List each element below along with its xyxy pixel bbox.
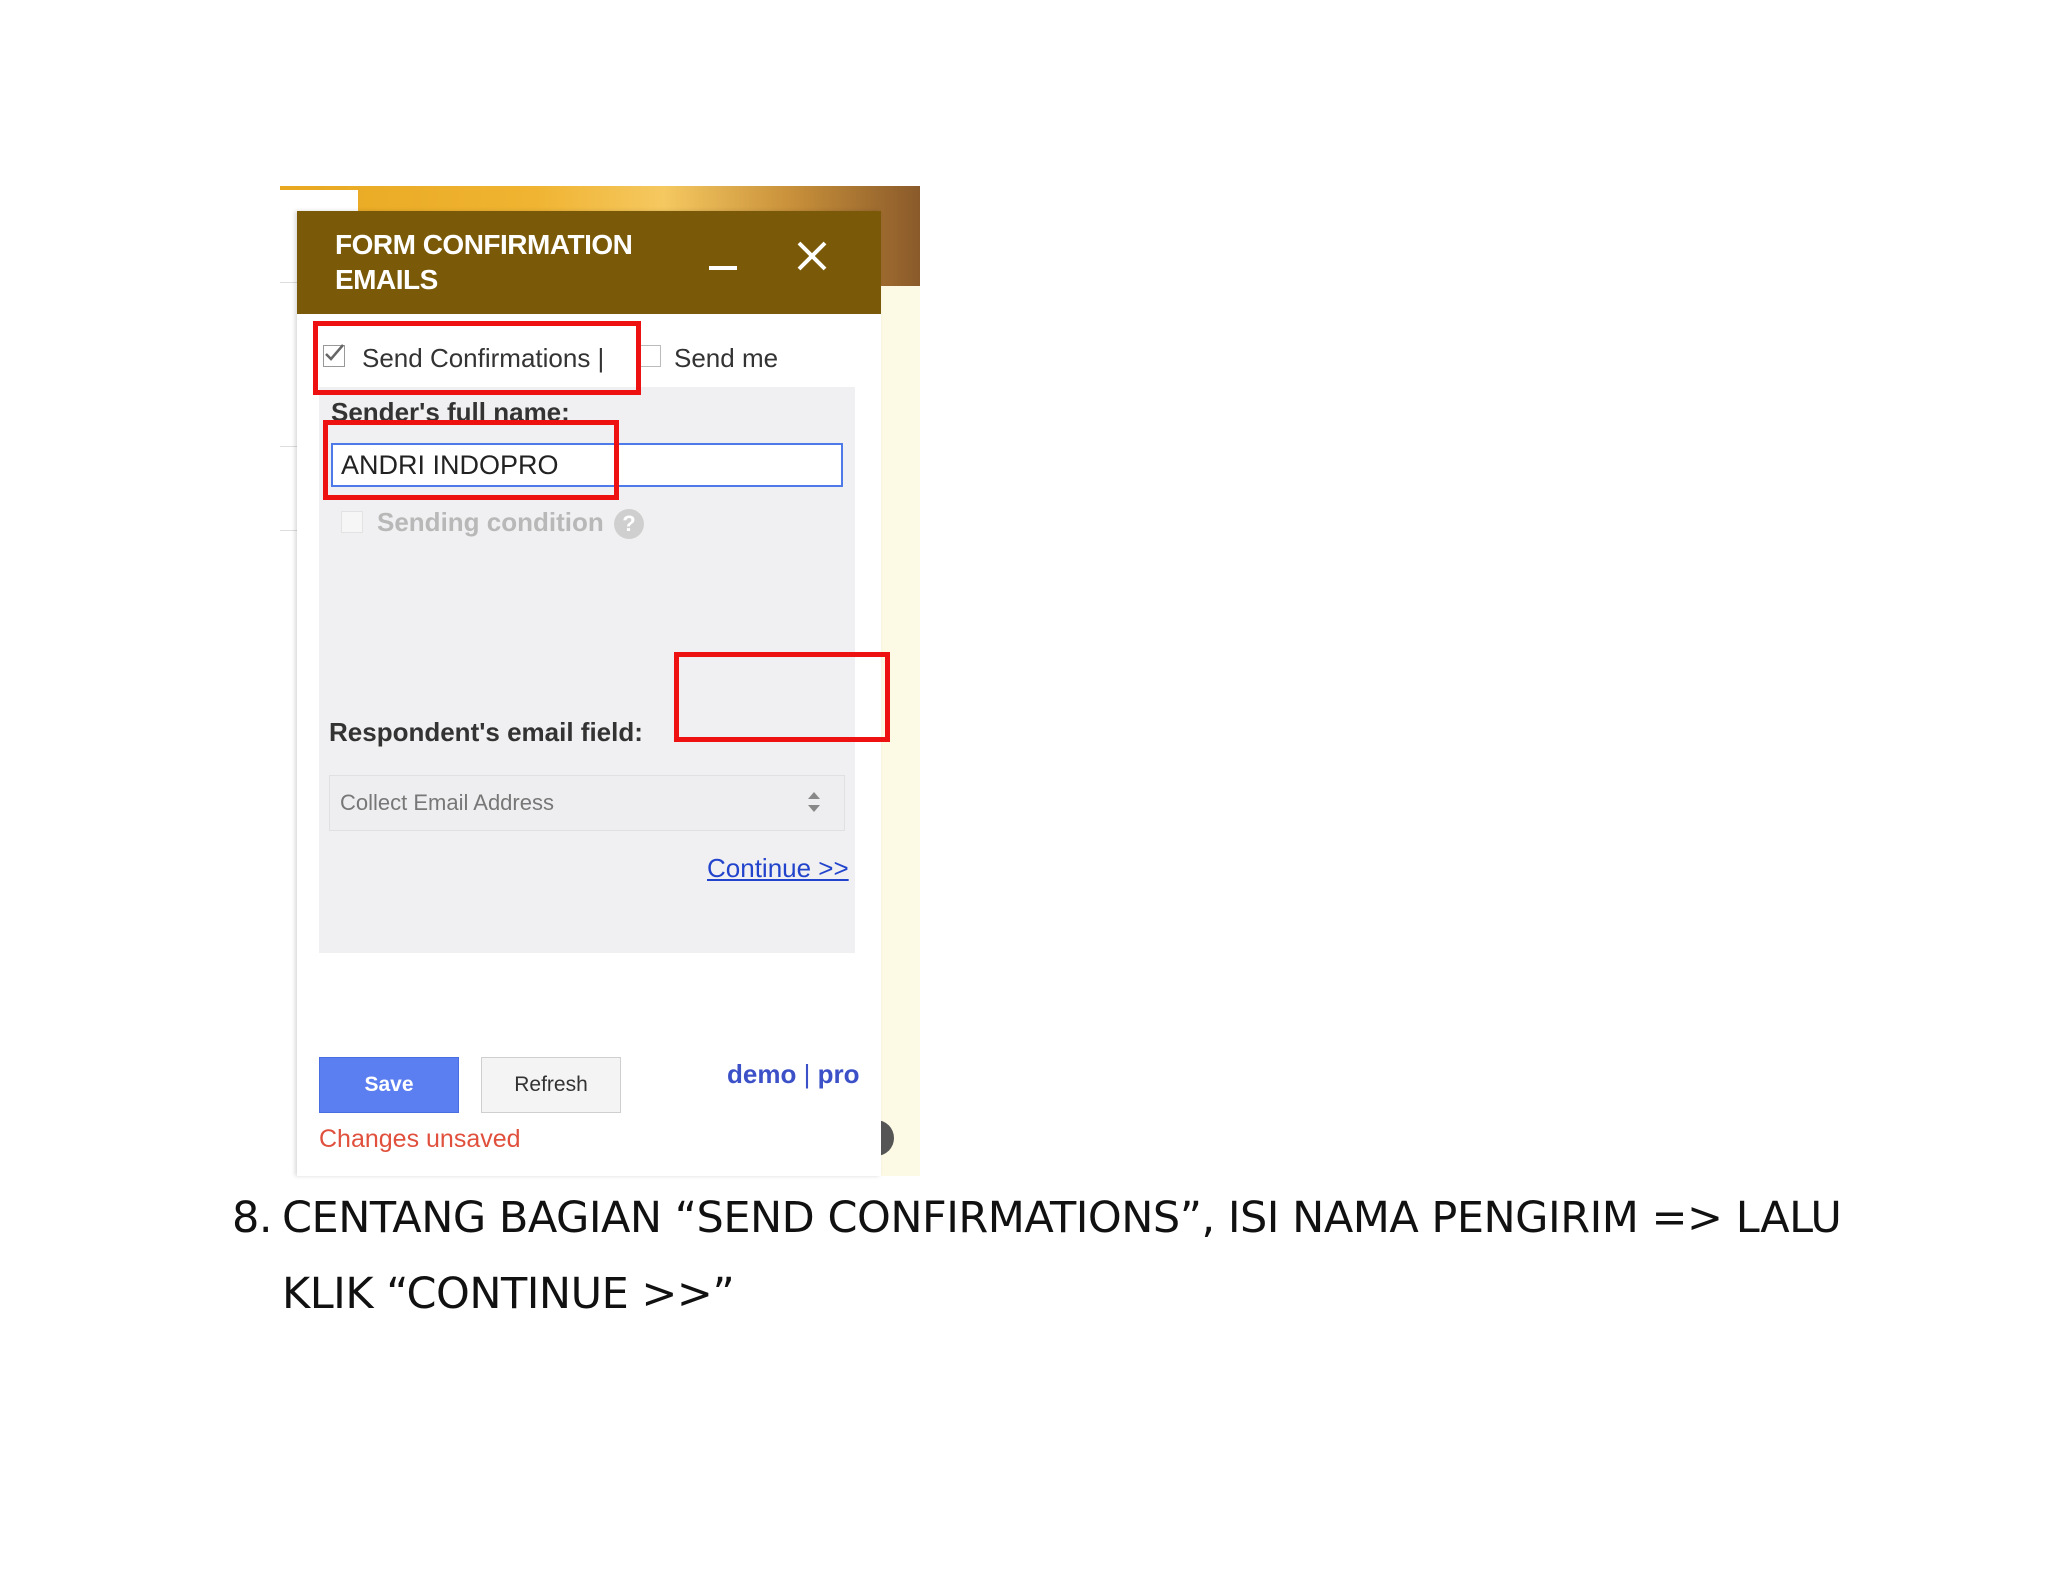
send-me-checkbox[interactable] [639, 345, 661, 367]
send-me-label[interactable]: Send me [674, 343, 778, 374]
document-page: FORM CONFIRMATION EMAILS Send Confirmati… [0, 0, 2048, 1582]
dialog-title: FORM CONFIRMATION EMAILS [335, 229, 633, 295]
respondent-email-select-value: Collect Email Address [340, 790, 554, 815]
unsaved-status: Changes unsaved [319, 1125, 521, 1153]
sending-condition-label: Sending condition [377, 507, 604, 537]
pro-link[interactable]: pro [818, 1059, 860, 1089]
select-arrows-icon [808, 792, 820, 812]
sending-condition-checkbox[interactable] [341, 511, 363, 533]
save-button[interactable]: Save [319, 1057, 459, 1113]
highlight-sender-name [323, 420, 619, 500]
continue-link[interactable]: Continue >> [707, 853, 849, 884]
dialog-header: FORM CONFIRMATION EMAILS [297, 211, 881, 314]
demo-link[interactable]: demo [727, 1059, 796, 1089]
highlight-continue [674, 652, 890, 742]
highlight-send-confirmations [313, 321, 641, 395]
link-separator: | [803, 1059, 811, 1089]
step-text: CENTANG BAGIAN “SEND CONFIRMATIONS”, ISI… [282, 1193, 1842, 1319]
minimize-icon[interactable] [709, 266, 737, 270]
respondent-email-label: Respondent's email field: [329, 717, 643, 747]
help-icon[interactable]: ? [614, 509, 644, 539]
close-icon[interactable] [795, 239, 829, 273]
refresh-button[interactable]: Refresh [481, 1057, 621, 1113]
sending-condition-row: Sending condition ? [329, 505, 729, 541]
step-number: 8. [232, 1193, 273, 1243]
plan-links: demo | pro [727, 1059, 859, 1090]
respondent-email-select[interactable]: Collect Email Address [329, 775, 845, 831]
